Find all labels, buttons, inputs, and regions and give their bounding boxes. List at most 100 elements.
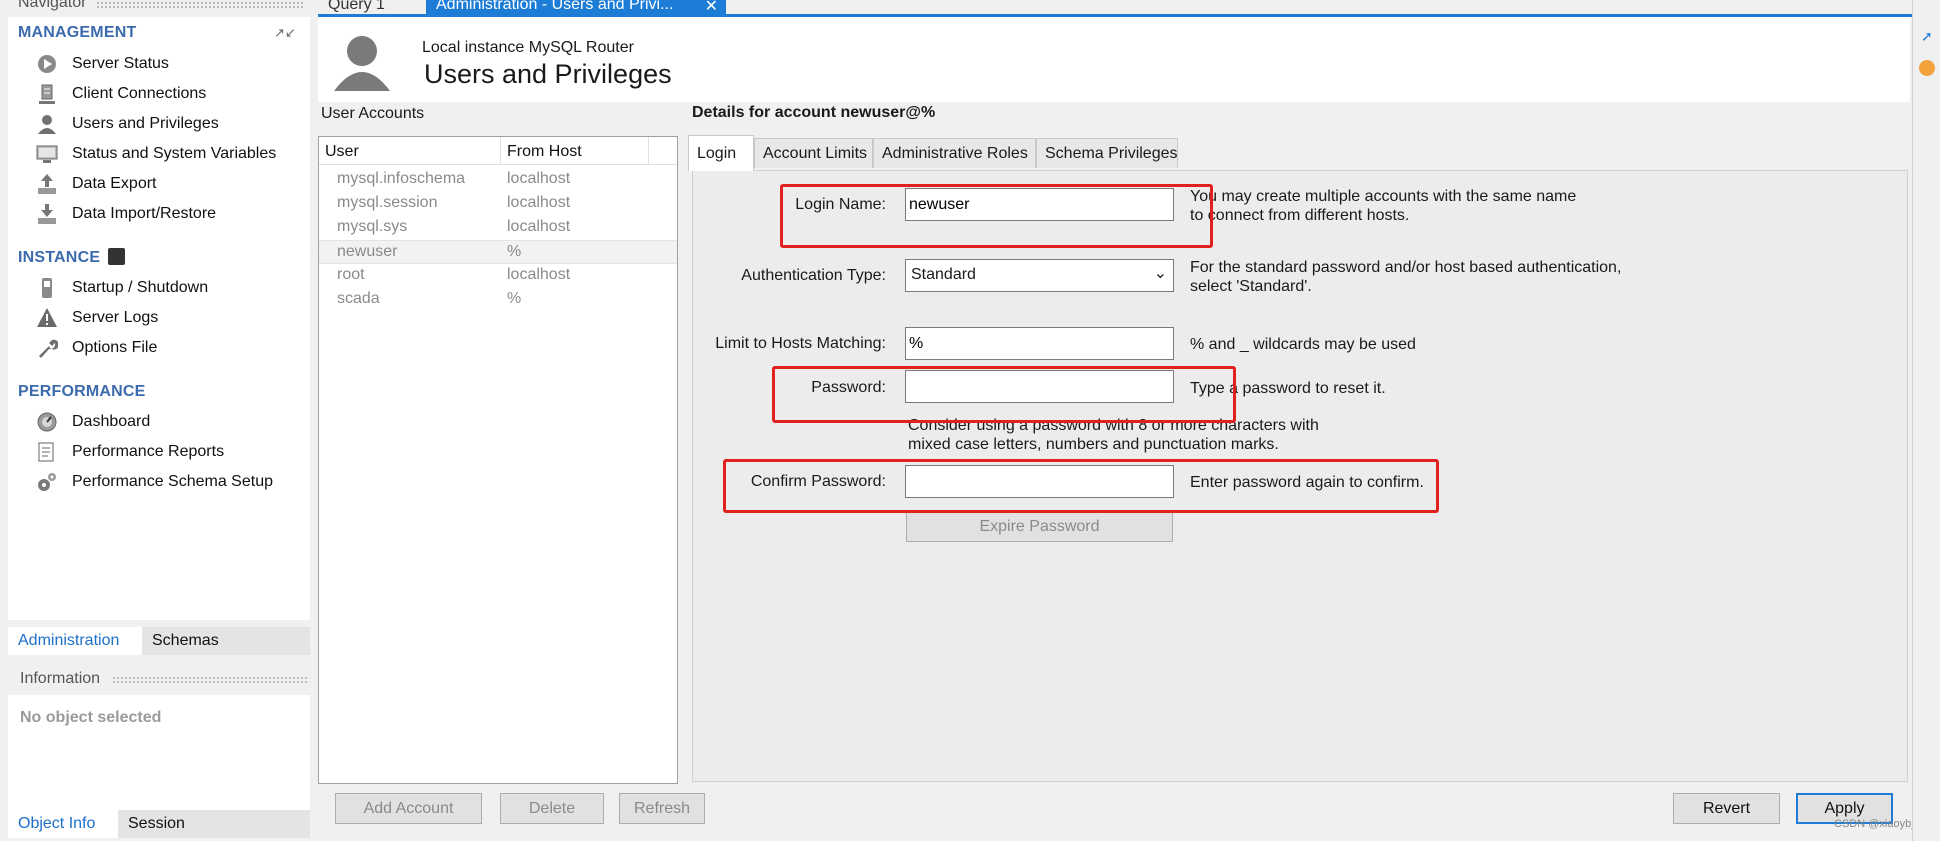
login-name-note: You may create multiple accounts with th… [1190,188,1577,224]
add-account-button[interactable]: Add Account [335,793,482,824]
hosts-label: Limit to Hosts Matching: [715,335,886,352]
hosts-input[interactable] [905,327,1174,360]
nav-item-label: Status and System Variables [72,145,277,162]
tab-administrative-roles[interactable]: Administrative Roles [873,138,1036,168]
tab-schema-privileges[interactable]: Schema Privileges [1036,138,1178,168]
nav-item-client-connections[interactable]: Client Connections [36,81,206,107]
tab-account-limits[interactable]: Account Limits [754,138,873,168]
delete-button[interactable]: Delete [500,793,604,824]
report-icon [36,441,58,463]
information-header: Information [8,666,310,692]
nav-item-label: Dashboard [72,413,151,430]
color-swatch-icon[interactable] [1919,60,1935,76]
user-avatar-icon [332,31,392,91]
grip-dots [112,676,308,685]
nav-item-label: Data Export [72,175,157,192]
user-accounts-list: User From Host mysql.infoschema localhost… [318,136,678,784]
tab-login[interactable]: Login [688,135,754,171]
refresh-button[interactable]: Refresh [619,793,705,824]
nav-item-label: Client Connections [72,85,207,102]
nav-item-options-file[interactable]: Options File [36,335,157,361]
nav-item-status-and-system-variables[interactable]: Status and System Variables [36,141,276,167]
collapse-icon[interactable]: ↗↙ [274,25,296,41]
table-row[interactable]: mysql.sys localhost [319,216,677,240]
information-empty-text: No object selected [20,709,162,726]
gears-icon [36,471,58,493]
nav-item-label: Server Status [72,55,169,72]
highlight-password [772,366,1236,423]
highlight-confirm-password [723,459,1439,513]
hosts-note: % and _ wildcards may be used [1190,336,1416,353]
close-icon[interactable]: ✕ [705,0,718,16]
table-row[interactable]: root localhost [319,264,677,288]
watermark: CSDN @xiaoyb_ [1834,818,1918,830]
auth-type-select[interactable]: Standard ⌄ [905,259,1174,292]
pin-icon[interactable]: ➚ [1921,28,1935,44]
instance-status-icon [108,248,125,265]
information-panel: No object selected [8,695,310,811]
navigator-header: Navigator [0,0,310,16]
section-management: MANAGEMENT [18,24,137,41]
information-title: Information [20,670,101,687]
editor-tab-bar: Query 1 Administration - Users and Privi… [318,0,1940,17]
table-row[interactable]: scada% [319,288,677,312]
nav-item-label: Options File [72,339,158,356]
details-heading: Details for account newuser@% [692,104,936,121]
page-banner: Local instance MySQL Router Users and Pr… [318,17,1910,102]
tab-label: Administration - Users and Privi... [436,0,674,13]
page-title: Users and Privileges [424,59,672,89]
monitor-icon [36,143,58,165]
power-switch-icon [36,277,58,299]
tab-query-1[interactable]: Query 1 [318,0,426,14]
tab-session[interactable]: Session [118,810,310,838]
revert-button[interactable]: Revert [1673,793,1780,824]
grip-dots [96,1,304,10]
banner-subtitle: Local instance MySQL Router [422,39,634,56]
gauge-icon [36,411,58,433]
table-row-selected[interactable]: newuser% [319,240,677,264]
nav-item-label: Startup / Shutdown [72,279,209,296]
nav-item-label: Server Logs [72,309,159,326]
navigator-tree: MANAGEMENT ↗↙ Server Status Client Conne… [8,17,310,620]
export-icon [36,173,58,195]
section-performance: PERFORMANCE [18,383,146,400]
play-circle-icon [36,53,58,75]
table-row[interactable]: mysql.infoschema localhost [319,168,677,192]
tab-object-info[interactable]: Object Info [8,810,118,838]
auth-type-label: Authentication Type: [741,267,886,284]
auth-type-value: Standard [911,266,976,283]
nav-item-label: Performance Reports [72,443,225,460]
nav-item-label: Performance Schema Setup [72,473,273,490]
expire-password-button[interactable]: Expire Password [906,512,1173,542]
nav-item-dashboard[interactable]: Dashboard [36,409,150,435]
table-row[interactable]: mysql.session localhost [319,192,677,216]
wrench-icon [36,337,58,359]
nav-item-data-export[interactable]: Data Export [36,171,156,197]
column-header-from-host[interactable]: From Host [507,143,582,161]
list-header: User From Host [319,137,677,165]
user-accounts-heading: User Accounts [321,105,425,122]
nav-item-data-import-restore[interactable]: Data Import/Restore [36,201,216,227]
nav-item-label: Data Import/Restore [72,205,217,222]
tab-administration-users[interactable]: Administration - Users and Privi... ✕ [426,0,726,16]
chevron-down-icon: ⌄ [1153,265,1167,282]
nav-item-label: Users and Privileges [72,115,219,132]
user-icon [36,113,58,135]
auth-type-note: For the standard password and/or host ba… [1190,259,1622,295]
nav-item-server-logs[interactable]: Server Logs [36,305,158,331]
highlight-login-name [780,184,1213,248]
navigator-panel: Navigator MANAGEMENT ↗↙ Server Status Cl… [0,0,310,841]
server-rack-icon [36,83,58,105]
nav-item-users-and-privileges[interactable]: Users and Privileges [36,111,219,137]
navigator-title: Navigator [18,0,87,11]
tab-administration[interactable]: Administration [8,627,142,655]
import-icon [36,203,58,225]
nav-item-performance-schema-setup[interactable]: Performance Schema Setup [36,469,273,495]
column-header-user[interactable]: User [325,143,359,161]
section-instance: INSTANCE [18,249,101,266]
nav-item-startup-shutdown[interactable]: Startup / Shutdown [36,275,208,301]
right-sidebar-strip: ➚ [1912,0,1940,841]
nav-item-performance-reports[interactable]: Performance Reports [36,439,224,465]
tab-schemas[interactable]: Schemas [142,627,310,655]
nav-item-server-status[interactable]: Server Status [36,51,169,77]
